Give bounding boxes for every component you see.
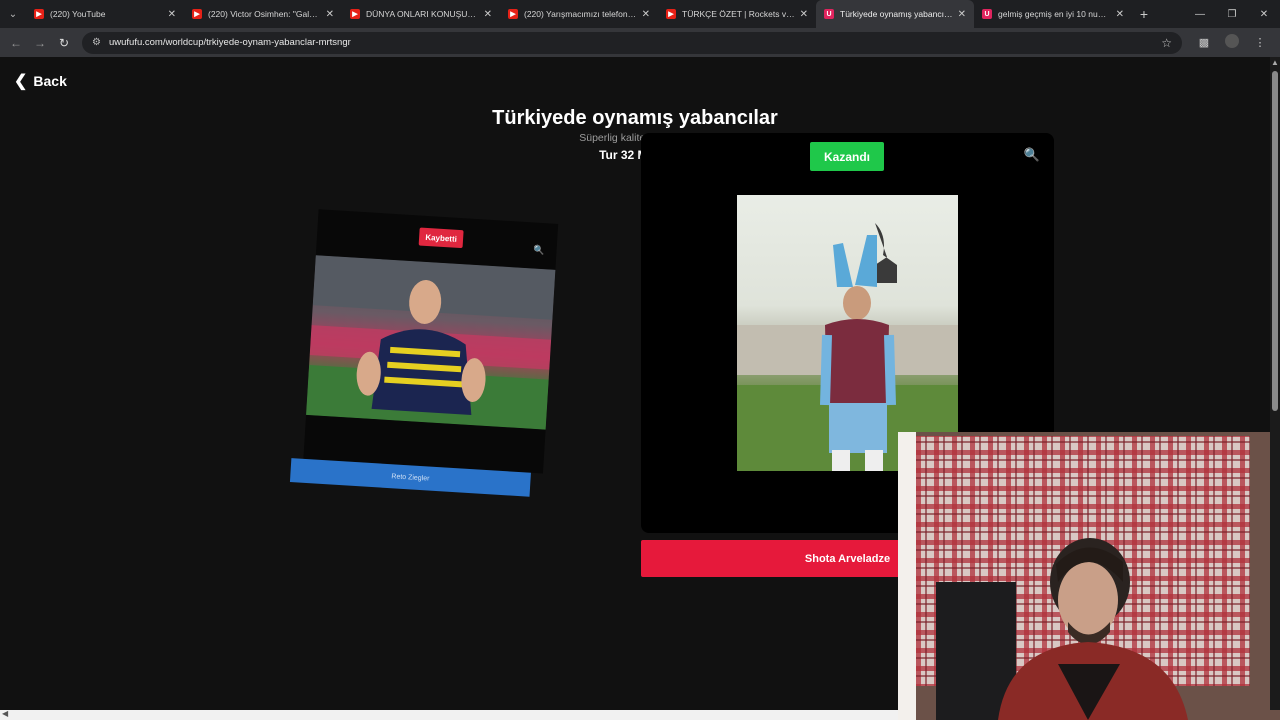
vertical-scrollbar[interactable]: ▲ <box>1270 57 1280 710</box>
scrollbar-thumb[interactable] <box>1272 71 1278 411</box>
youtube-icon: ▶ <box>666 9 676 19</box>
webcam-overlay <box>898 432 1280 720</box>
browser-tab[interactable]: ▶ TÜRKÇE ÖZET | Rockets vs Lake... ✕ <box>658 0 816 28</box>
youtube-icon: ▶ <box>350 9 360 19</box>
scroll-left-icon[interactable]: ◀ <box>2 709 8 718</box>
page-subtitle: Süperlig kalitesi tadında <box>579 132 691 144</box>
tab-title: DÜNYA ONLARI KONUŞUYOR... <box>366 9 480 19</box>
back-button[interactable]: ❮ Back <box>14 71 67 91</box>
minimize-icon[interactable]: — <box>1184 0 1216 28</box>
forward-arrow-icon[interactable]: → <box>28 31 52 55</box>
menu-dots-icon[interactable]: ⋮ <box>1246 36 1274 49</box>
url-text: uwufufu.com/worldcup/trkiyede-oynam-yaba… <box>108 37 351 48</box>
close-icon[interactable]: ✕ <box>800 9 808 20</box>
browser-tab[interactable]: ▶ (220) Yarışmacımızı telefon joke... ✕ <box>500 0 658 28</box>
close-icon[interactable]: ✕ <box>958 9 966 20</box>
restore-icon[interactable]: ❐ <box>1216 0 1248 28</box>
browser-tab[interactable]: U gelmiş geçmiş en iyi 10 numara... ✕ <box>974 0 1132 28</box>
tab-title: gelmiş geçmiş en iyi 10 numara... <box>998 9 1112 19</box>
player-photo-illustration <box>737 223 958 471</box>
browser-tab-active[interactable]: U Türkiyede oynamış yabancılar | ✕ <box>816 0 974 28</box>
loser-player-photo <box>306 255 556 430</box>
page-title: Türkiyede oynamış yabancılar <box>492 107 778 129</box>
loser-card: Kaybetti 🔍 Reto Ziegler <box>289 209 559 500</box>
tab-title: TÜRKÇE ÖZET | Rockets vs Lake... <box>682 9 796 19</box>
tab-title: (220) Victor Osimhen: "Galatasa... <box>208 9 322 19</box>
close-icon[interactable]: ✕ <box>642 9 650 20</box>
youtube-icon: ▶ <box>34 9 44 19</box>
player-photo-illustration <box>306 255 556 430</box>
youtube-icon: ▶ <box>508 9 518 19</box>
browser-tab-bar: ⌄ ▶ (220) YouTube ✕ ▶ (220) Victor Osimh… <box>0 0 1280 28</box>
chevron-left-icon: ❮ <box>14 73 28 90</box>
browser-tab[interactable]: ▶ (220) YouTube ✕ <box>26 0 184 28</box>
back-label: Back <box>33 73 67 89</box>
window-controls: — ❐ ✕ <box>1184 0 1280 28</box>
scroll-up-icon[interactable]: ▲ <box>1271 58 1279 67</box>
round-label: Tur 32 Maç 8 <box>599 148 671 162</box>
zoom-icon[interactable]: 🔍 <box>1024 147 1040 163</box>
close-window-icon[interactable]: ✕ <box>1248 0 1280 28</box>
bookmark-star-icon[interactable]: ☆ <box>1161 36 1172 50</box>
url-field[interactable]: ⚙ uwufufu.com/worldcup/trkiyede-oynam-ya… <box>82 31 1182 54</box>
webcam-illustration <box>898 432 1280 720</box>
uwufufu-icon: U <box>824 9 834 19</box>
back-arrow-icon[interactable]: ← <box>4 31 28 55</box>
reload-icon[interactable]: ↻ <box>52 31 76 55</box>
browser-tab[interactable]: ▶ DÜNYA ONLARI KONUŞUYOR... ✕ <box>342 0 500 28</box>
site-info-icon[interactable]: ⚙ <box>92 37 101 48</box>
zoom-icon[interactable]: 🔍 <box>533 244 545 256</box>
tab-title: (220) YouTube <box>50 9 106 19</box>
winner-player-photo[interactable] <box>737 195 958 471</box>
close-icon[interactable]: ✕ <box>484 9 492 20</box>
address-bar-row: ← → ↻ ⚙ uwufufu.com/worldcup/trkiyede-oy… <box>0 28 1280 57</box>
tab-title: (220) Yarışmacımızı telefon joke... <box>524 9 638 19</box>
browser-tab[interactable]: ▶ (220) Victor Osimhen: "Galatasa... ✕ <box>184 0 342 28</box>
uwufufu-icon: U <box>982 9 992 19</box>
lost-badge: Kaybetti <box>418 227 464 249</box>
extensions-icon[interactable]: ▩ <box>1190 36 1218 49</box>
tab-search-icon[interactable]: ⌄ <box>0 0 26 28</box>
won-badge: Kazandı <box>810 142 884 171</box>
close-icon[interactable]: ✕ <box>1116 9 1124 20</box>
new-tab-icon[interactable]: + <box>1132 6 1156 22</box>
youtube-icon: ▶ <box>192 9 202 19</box>
profile-avatar[interactable] <box>1218 34 1246 51</box>
tab-title: Türkiyede oynamış yabancılar | <box>840 9 954 19</box>
close-icon[interactable]: ✕ <box>326 9 334 20</box>
close-icon[interactable]: ✕ <box>168 9 176 20</box>
horizontal-scrollbar[interactable]: ◀ <box>0 709 898 720</box>
